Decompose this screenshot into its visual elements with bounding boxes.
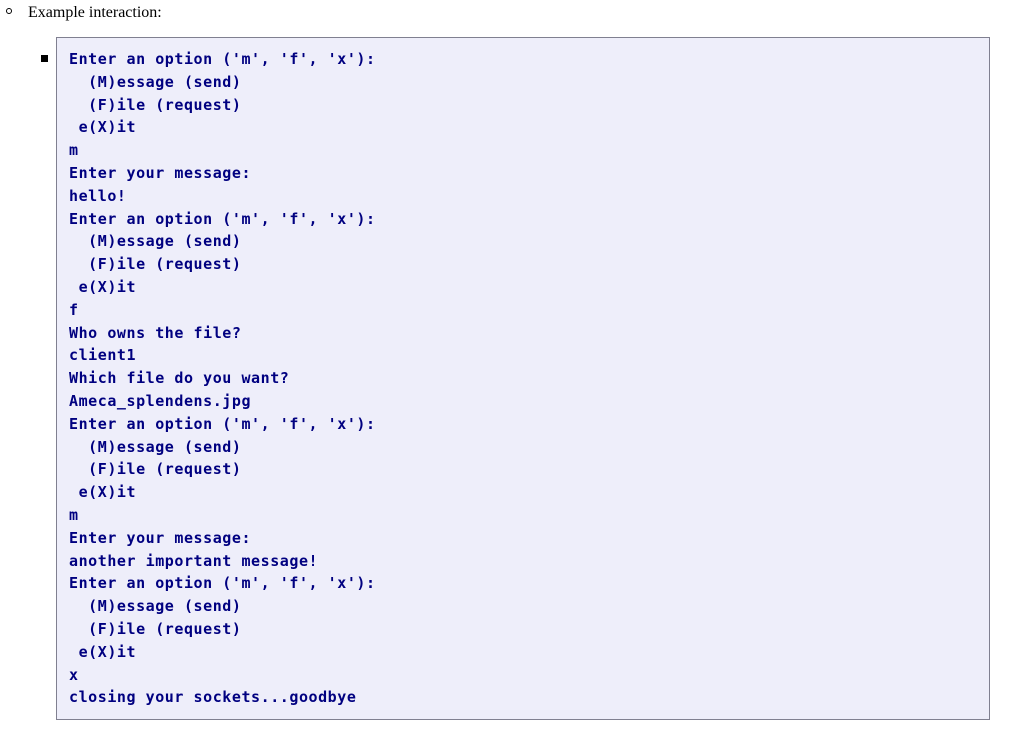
hollow-circle-bullet-icon [6, 8, 12, 14]
terminal-output-block: Enter an option ('m', 'f', 'x'): (M)essa… [56, 37, 990, 721]
terminal-line: another important message! [69, 551, 319, 570]
terminal-line: Enter an option ('m', 'f', 'x'): [69, 574, 376, 593]
terminal-line: (M)essage (send) [69, 72, 242, 91]
terminal-line: m [69, 141, 79, 160]
page-title: Example interaction: [28, 4, 162, 21]
terminal-line: Enter an option ('m', 'f', 'x'): [69, 209, 376, 228]
terminal-line: e(X)it [69, 277, 137, 296]
terminal-list: Enter an option ('m', 'f', 'x'): (M)essa… [28, 37, 1036, 721]
terminal-line: Which file do you want? [69, 369, 290, 388]
terminal-line: (F)ile (request) [69, 619, 242, 638]
terminal-line: Enter an option ('m', 'f', 'x'): [69, 414, 376, 433]
terminal-line: e(X)it [69, 483, 137, 502]
terminal-line: (F)ile (request) [69, 255, 242, 274]
terminal-line: Ameca_splendens.jpg [69, 391, 252, 410]
terminal-line: Enter an option ('m', 'f', 'x'): [69, 50, 376, 68]
terminal-line: (M)essage (send) [69, 232, 242, 251]
example-interaction-list: Example interaction: Enter an option ('m… [0, 0, 1036, 721]
terminal-line: (M)essage (send) [69, 597, 242, 616]
terminal-line: hello! [69, 186, 127, 205]
terminal-line: x [69, 665, 79, 684]
terminal-list-item: Enter an option ('m', 'f', 'x'): (M)essa… [28, 37, 1036, 721]
terminal-line: (F)ile (request) [69, 460, 242, 479]
terminal-line: e(X)it [69, 642, 137, 661]
terminal-line: closing your sockets...goodbye [69, 688, 357, 707]
terminal-line: e(X)it [69, 118, 137, 137]
terminal-line: client1 [69, 346, 137, 365]
example-interaction-item: Example interaction: Enter an option ('m… [0, 0, 1036, 721]
terminal-line: f [69, 300, 79, 319]
terminal-line: (F)ile (request) [69, 95, 242, 114]
filled-square-bullet-icon [41, 55, 48, 62]
terminal-line: (M)essage (send) [69, 437, 242, 456]
terminal-line: Enter your message: [69, 163, 252, 182]
terminal-line: Enter your message: [69, 528, 252, 547]
terminal-line: m [69, 505, 79, 524]
terminal-line: Who owns the file? [69, 323, 242, 342]
